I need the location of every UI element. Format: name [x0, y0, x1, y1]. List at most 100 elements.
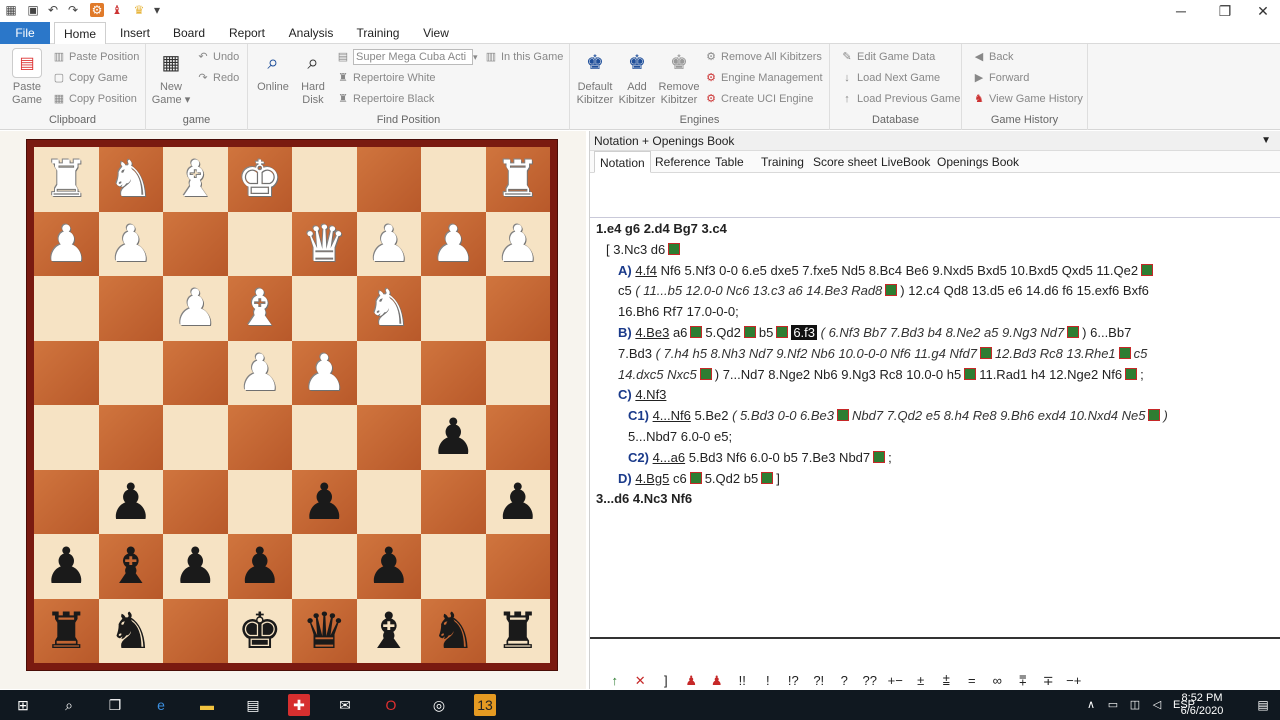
menu-training[interactable]: Training	[352, 22, 404, 44]
volume-icon[interactable]: ◁	[1146, 694, 1168, 716]
board-square[interactable]: ♟	[292, 469, 357, 534]
white-knight-piece[interactable]: ♞	[366, 283, 411, 333]
diagram-icon[interactable]	[690, 325, 703, 338]
board-square[interactable]: ♟	[163, 276, 228, 341]
menu-analysis[interactable]: Analysis	[284, 22, 338, 44]
subvariation-moves[interactable]: c5	[1134, 346, 1148, 361]
board-square[interactable]: ♜	[485, 598, 550, 663]
white-pawn-piece[interactable]: ♟	[302, 348, 347, 398]
annotation-symbol-button[interactable]: !!	[730, 673, 756, 688]
diagram-icon[interactable]	[689, 471, 702, 484]
white-pawn-piece[interactable]: ♟	[366, 219, 411, 269]
variation-d-row[interactable]: D) 4.Bg5 c6 5.Qd2 b5]	[596, 469, 1280, 490]
subvariation-moves[interactable]: Nbd7 7.Qd2 e5 8.h4 Re8 9.Bh6 exd4 10.Nxd…	[852, 408, 1145, 423]
annotation-symbol-button[interactable]: ∞	[985, 673, 1011, 688]
tab-notation[interactable]: Notation	[594, 151, 651, 173]
variation-first-move[interactable]: 4.f4	[635, 263, 657, 278]
annotation-symbol-button[interactable]: ⩲	[934, 673, 960, 689]
variation-moves[interactable]: 11.Rad1 h4 12.Nge2 Nf6	[979, 367, 1122, 382]
pin-icon[interactable]: ♝	[110, 3, 124, 17]
board-square[interactable]: ♟	[485, 469, 550, 534]
opera-browser-icon[interactable]: O	[380, 694, 402, 716]
board-square[interactable]: ♞	[98, 598, 163, 663]
edit-game-data-button[interactable]: ✎ Edit Game Data	[840, 48, 935, 66]
black-king-piece[interactable]: ♚	[237, 606, 282, 656]
board-square[interactable]	[227, 211, 292, 276]
tab-score-sheet[interactable]: Score sheet	[808, 151, 882, 173]
close-button[interactable]: ✕	[1246, 0, 1280, 22]
subvariation-moves[interactable]: ( 5.Bd3 0-0 6.Be3	[732, 408, 834, 423]
bulb-icon[interactable]: ♛	[132, 3, 146, 17]
white-rook-piece[interactable]: ♜	[44, 154, 89, 204]
board-square[interactable]: ♚	[227, 598, 292, 663]
black-rook-piece[interactable]: ♜	[44, 606, 89, 656]
repertoire-black-button[interactable]: ♜ Repertoire Black	[336, 90, 434, 108]
variation-moves[interactable]: [ 3.Nc3 d6	[606, 242, 665, 257]
annotation-symbol-button[interactable]: ]	[653, 673, 679, 688]
board-square[interactable]: ♞	[98, 147, 163, 212]
save-icon[interactable]: ▣	[26, 3, 40, 17]
variation-row[interactable]: [ 3.Nc3 d6	[596, 240, 1280, 261]
engine-icon[interactable]: ⚙	[90, 3, 104, 17]
board-square[interactable]: ♟	[356, 211, 421, 276]
redo-button[interactable]: ↷ Redo	[196, 69, 239, 87]
mainline-move-row[interactable]: 1.e4 g6 2.d4 Bg7 3.c4	[596, 219, 1280, 240]
subvariation-moves[interactable]: 12.Bd3 Rc8 13.Rhe1	[995, 346, 1116, 361]
variation-moves[interactable]: ) 12.c4 Qd8 13.d5 e6 14.d6 f6 15.exf6 Bx…	[900, 283, 1149, 298]
black-pawn-piece[interactable]: ♟	[495, 477, 540, 527]
move[interactable]: 7.Bd3	[618, 346, 652, 361]
move[interactable]: 5.Be2	[695, 408, 729, 423]
board-square[interactable]	[292, 147, 357, 212]
undo-button[interactable]: ↶ Undo	[196, 48, 239, 66]
search-icon[interactable]: ⌕	[58, 694, 80, 716]
menu-report[interactable]: Report	[224, 22, 270, 44]
board-square[interactable]	[421, 534, 486, 599]
variation-first-move[interactable]: 4.Be3	[635, 325, 669, 340]
board-square[interactable]	[421, 340, 486, 405]
battery-icon[interactable]: ▭	[1102, 694, 1124, 716]
white-pawn-piece[interactable]: ♟	[431, 219, 476, 269]
move[interactable]: c6	[673, 471, 687, 486]
remove-kibitzer-button[interactable]: ♚ Remove Kibitzer	[658, 48, 700, 107]
board-square[interactable]	[34, 469, 99, 534]
board-square[interactable]	[356, 340, 421, 405]
tab-reference[interactable]: Reference	[650, 151, 715, 173]
windows-start-icon[interactable]: ⊞	[12, 694, 34, 716]
variation-c2-row[interactable]: C2) 4...a6 5.Bd3 Nf6 6.0-0 b5 7.Be3 Nbd7…	[596, 448, 1280, 469]
variation-moves[interactable]: 5.Bd3 Nf6 6.0-0 b5 7.Be3 Nbd7	[689, 450, 870, 465]
panel-menu-icon[interactable]: ▼	[1261, 131, 1271, 151]
variation-c1-row[interactable]: C1) 4...Nf6 5.Be2 ( 5.Bd3 0-0 6.Be3 Nbd7 …	[596, 406, 1280, 427]
board-square[interactable]: ♞	[421, 598, 486, 663]
variation-first-move[interactable]: 4...a6	[653, 450, 686, 465]
hard-disk-button[interactable]: ⌕ Hard Disk	[292, 48, 334, 107]
chrome-like-icon[interactable]: ◎	[428, 694, 450, 716]
board-square[interactable]	[98, 405, 163, 470]
chess-board[interactable]: ♜ ♞ ♝ ♚ ♜ ♟ ♟ ♛ ♟ ♟ ♟ ♟ ♝ ♞ ♟ ♟ ♟ ♟ ♟ ♟ ♟ ♝ ♟ ♟ ♟ ♜ ♞ ♚ ♛ ♝ ♞ ♜	[26, 139, 558, 671]
mainline-move-row[interactable]: 3...d6 4.Nc3 Nf6	[596, 489, 1280, 510]
annotation-symbol-button[interactable]: ??	[857, 673, 883, 688]
quick-access-dropdown-icon[interactable]: ▾	[150, 3, 164, 17]
white-queen-piece[interactable]: ♛	[302, 219, 347, 269]
diagram-icon[interactable]	[1141, 263, 1154, 276]
variation-row[interactable]: 5...Nbd7 6.0-0 e5;	[596, 427, 1280, 448]
variation-a-row[interactable]: A) 4.f4 Nf6 5.Nf3 0-0 6.e5 dxe5 7.fxe5 N…	[596, 261, 1280, 282]
board-square[interactable]: ♟	[485, 211, 550, 276]
board-square[interactable]: ♟	[292, 340, 357, 405]
variation-row[interactable]: 7.Bd3 ( 7.h4 h5 8.Nh3 Nd7 9.Nf2 Nb6 10.0…	[596, 344, 1280, 365]
board-square[interactable]: ♟	[34, 211, 99, 276]
black-pawn-piece[interactable]: ♟	[431, 412, 476, 462]
menu-insert[interactable]: Insert	[114, 22, 156, 44]
variation-moves[interactable]: 5.Qd2 b5	[705, 471, 759, 486]
board-square[interactable]: ♜	[485, 147, 550, 212]
black-bishop-piece[interactable]: ♝	[108, 541, 153, 591]
diagram-icon[interactable]	[776, 325, 789, 338]
board-square[interactable]	[163, 405, 228, 470]
black-queen-piece[interactable]: ♛	[302, 606, 347, 656]
board-square[interactable]	[356, 405, 421, 470]
diagram-icon[interactable]	[743, 325, 756, 338]
board-square[interactable]: ♟	[98, 469, 163, 534]
online-button[interactable]: ⌕ Online	[252, 48, 294, 94]
black-knight-piece[interactable]: ♞	[431, 606, 476, 656]
board-square[interactable]: ♚	[227, 147, 292, 212]
paste-position-button[interactable]: ▥ Paste Position	[52, 48, 140, 66]
